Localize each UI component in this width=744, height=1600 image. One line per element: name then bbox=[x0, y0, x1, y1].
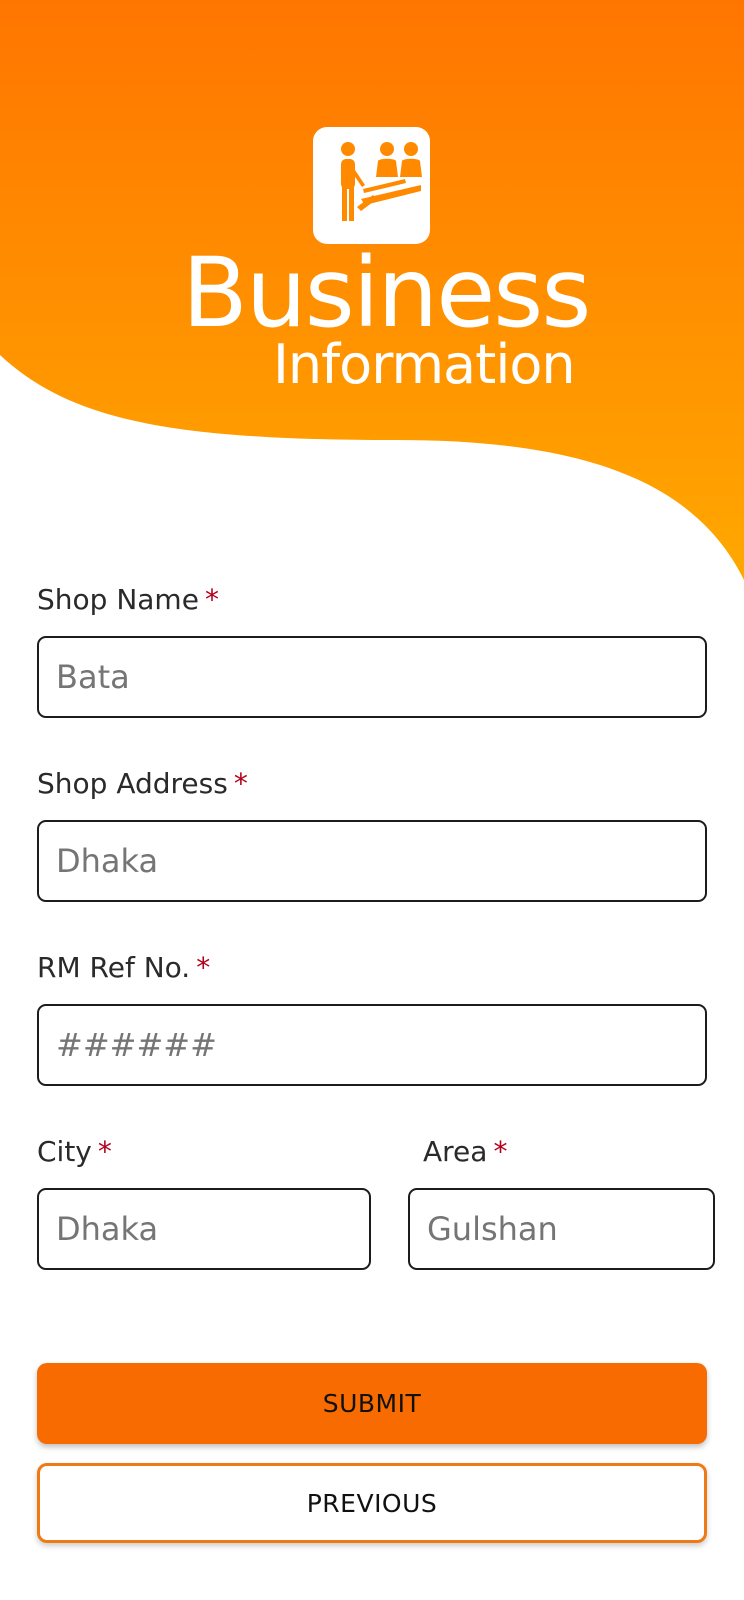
submit-button-label: SUBMIT bbox=[322, 1389, 422, 1418]
rm-ref-input[interactable] bbox=[37, 1004, 707, 1086]
rm-ref-label: RM Ref No. * bbox=[37, 954, 210, 982]
business-meeting-icon bbox=[313, 127, 430, 244]
required-star: * bbox=[204, 583, 219, 616]
shop-address-label: Shop Address * bbox=[37, 770, 248, 798]
required-star: * bbox=[233, 767, 248, 800]
required-star: * bbox=[493, 1135, 508, 1168]
page-subtitle: Information bbox=[273, 333, 576, 396]
city-label-text: City bbox=[37, 1135, 92, 1168]
area-input[interactable] bbox=[408, 1188, 715, 1270]
shop-name-input[interactable] bbox=[37, 636, 707, 718]
area-label: Area * bbox=[423, 1138, 507, 1166]
page-title: Business bbox=[182, 237, 591, 349]
shop-address-input[interactable] bbox=[37, 820, 707, 902]
shop-name-label: Shop Name * bbox=[37, 586, 219, 614]
area-label-text: Area bbox=[423, 1135, 488, 1168]
required-star: * bbox=[97, 1135, 112, 1168]
rm-ref-label-text: RM Ref No. bbox=[37, 951, 191, 984]
required-star: * bbox=[196, 951, 211, 984]
previous-button-label: PREVIOUS bbox=[306, 1488, 438, 1518]
shop-name-label-text: Shop Name bbox=[37, 583, 199, 616]
city-label: City * bbox=[37, 1138, 112, 1166]
submit-button[interactable]: SUBMIT bbox=[37, 1363, 707, 1444]
city-input[interactable] bbox=[37, 1188, 371, 1270]
shop-address-label-text: Shop Address bbox=[37, 767, 228, 800]
previous-button[interactable]: PREVIOUS bbox=[37, 1463, 707, 1543]
